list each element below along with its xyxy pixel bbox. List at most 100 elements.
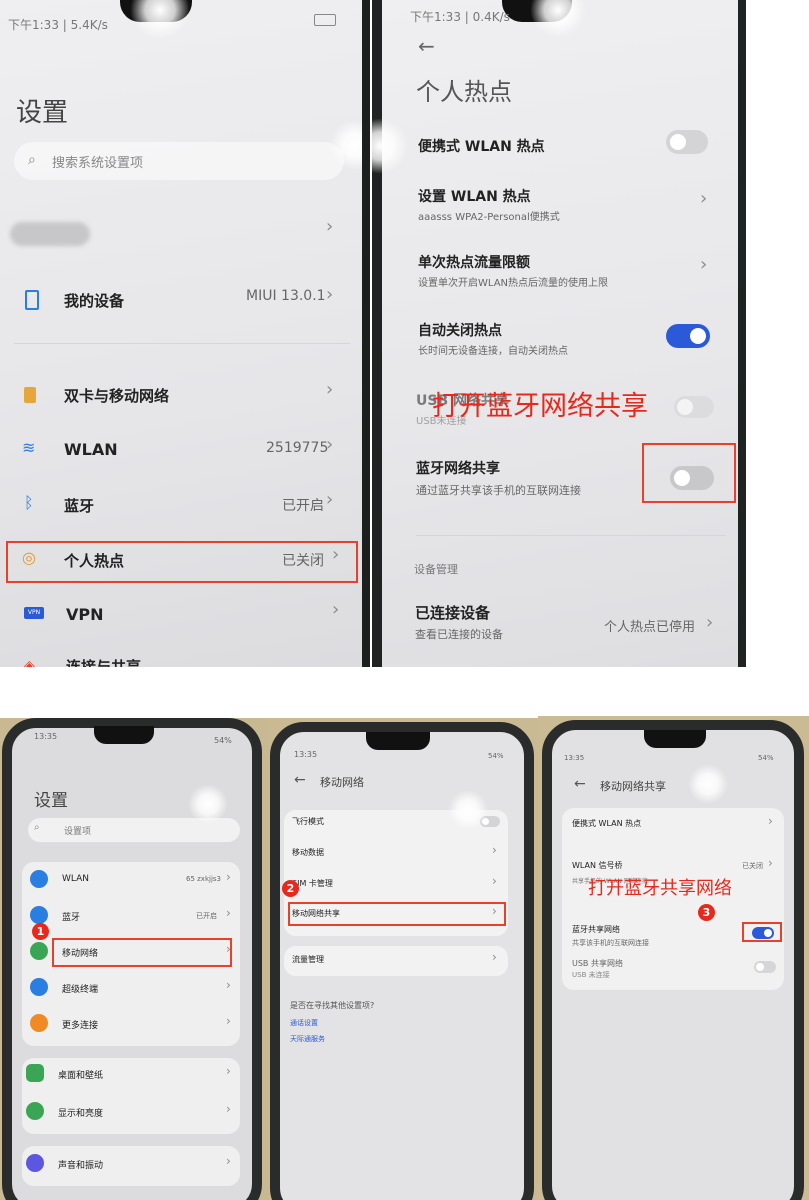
item-value: 个人热点已停用 [604,620,696,635]
highlight-box-mobile-network [52,938,232,967]
search-bar[interactable]: ⌕ 搜索系统设置项 [14,142,344,180]
network-item-mobile-data[interactable]: 移动数据 › [292,843,502,863]
chevron-right-icon: › [326,434,334,455]
row-label: WLAN [64,440,118,459]
settings-row-bluetooth[interactable]: ᛒ 蓝牙 已开启 › [0,485,362,525]
status-time: 13:35 [294,750,318,759]
phone-frame-edge [362,0,370,667]
item-label: 飞行模式 [292,817,324,826]
page-title: 设置 [34,791,68,811]
item-label: WLAN 信号桥 [572,861,623,870]
network-item-traffic[interactable]: 流量管理 › [292,950,502,970]
back-arrow-icon[interactable]: ← [294,772,306,788]
item-label: 单次热点流量限额 [418,255,530,271]
photo-huawei-settings: 13:35 54% 设置 ⌕ 设置项 WLAN 65 zxkjjs3 › 蓝牙 … [0,718,268,1200]
settings-row-share[interactable]: ◈ 连接与共享 [0,650,362,667]
chevron-right-icon: › [226,1154,231,1168]
status-time: 13:35 [34,732,58,741]
settings-row-wlan[interactable]: ≋ WLAN 2519775 › [0,430,362,470]
row-label: 我的设备 [64,292,125,310]
photo-huawei-mobile-network: 13:35 54% ← 移动网络 飞行模式 移动数据 › SIM 卡管理 › 移… [268,718,538,1200]
toggle-switch[interactable] [754,961,776,973]
page-title: 个人热点 [416,78,512,106]
hotspot-item-setup[interactable]: 设置 WLAN 热点 aaasss WPA2-Personal便携式 › [412,184,732,224]
battery-level: 54% [488,752,504,760]
row-label: 声音和振动 [58,1161,104,1171]
settings-row-wallpaper[interactable]: 桌面和壁纸 › [26,1064,236,1084]
settings-row-bluetooth[interactable]: 蓝牙 已开启 › [30,906,236,926]
suggestion-link-skytone[interactable]: 天际通服务 [290,1034,325,1044]
tether-item-usb[interactable]: USB 共享网络 USB 未连接 [572,956,778,984]
row-label: 连接与共享 [66,658,142,667]
row-value: 已开启 [282,498,324,514]
row-label: 桌面和壁纸 [58,1071,104,1081]
back-arrow-icon[interactable]: ← [574,776,586,792]
toggle-switch[interactable] [674,396,714,418]
chevron-right-icon: › [700,254,708,275]
tether-item-hotspot[interactable]: 便携式 WLAN 热点 › [572,814,778,834]
annotation-text: 打开蓝牙网络共享 [432,391,648,422]
suggestion-link-call[interactable]: 通话设置 [290,1018,318,1028]
chevron-right-icon: › [226,870,231,884]
toggle-switch[interactable] [666,324,710,348]
row-label: 更多连接 [62,1021,99,1031]
light-glare [188,784,228,824]
status-time: 13:35 [564,754,585,762]
settings-row-wlan[interactable]: WLAN 65 zxkjjs3 › [30,870,236,890]
phone-icon [25,290,39,310]
item-label: 流量管理 [292,955,324,964]
row-value: 已开启 [196,912,217,920]
settings-row-my-device[interactable]: 我的设备 MIUI 13.0.1 › [0,280,362,320]
annotation-text: 打开蓝牙共享网络 [588,878,732,899]
photo-miui-settings: 下午1:33 | 5.4K/s 设置 ⌕ 搜索系统设置项 › 我的设备 MIUI… [0,0,370,667]
hotspot-item-limit[interactable]: 单次热点流量限额 设置单次开启WLAN热点后流量的使用上限 › [412,250,732,290]
search-icon: ⌕ [28,152,36,168]
battery-level: 54% [214,736,232,745]
step-badge: 3 [698,904,715,921]
item-value: 已关闭 [742,862,763,870]
step-badge: 1 [32,923,49,940]
row-label: VPN [66,605,104,624]
search-icon: ⌕ [34,822,40,833]
hotspot-item-autooff[interactable]: 自动关闭热点 长时间无设备连接，自动关闭热点 [412,318,732,358]
settings-row-super-device[interactable]: 超级终端 › [30,978,236,998]
settings-row-more-connections[interactable]: 更多连接 › [30,1014,236,1034]
settings-row-display[interactable]: 显示和亮度 › [26,1102,236,1122]
notch [644,730,706,748]
row-label: 蓝牙 [62,913,81,923]
settings-row-sim[interactable]: 双卡与移动网络 › [0,375,362,415]
photo-miui-hotspot: 下午1:33 | 0.4K/s ← 个人热点 便携式 WLAN 热点 设置 WL… [372,0,746,667]
chevron-right-icon: › [326,489,334,510]
settings-row-sound[interactable]: 声音和振动 › [26,1154,236,1174]
row-label: WLAN [62,874,90,884]
link-icon [30,1014,48,1032]
row-label: 蓝牙 [64,497,95,515]
bluetooth-icon: ᛒ [24,493,34,512]
connected-devices-row[interactable]: 已连接设备 查看已连接的设备 个人热点已停用 › [412,600,732,644]
chevron-right-icon: › [326,379,334,400]
chevron-right-icon: › [326,284,334,305]
settings-row-vpn[interactable]: VPN VPN › [0,595,362,635]
search-placeholder: 搜索系统设置项 [52,156,144,171]
sim-icon [24,387,36,403]
back-arrow-icon[interactable]: ← [418,34,435,58]
divider [416,535,726,536]
item-label: 设置 WLAN 热点 [418,189,531,205]
account-row[interactable]: › [10,208,350,258]
hotspot-item-wlan[interactable]: 便携式 WLAN 热点 [412,130,732,160]
item-sub: 设置单次开启WLAN热点后流量的使用上限 [418,278,609,289]
page-title: 移动网络 [320,776,364,789]
row-label: 显示和亮度 [58,1109,104,1119]
highlight-box-bluetooth-toggle [642,443,736,503]
chevron-right-icon: › [768,856,773,870]
item-label: 已连接设备 [415,604,491,622]
light-glare [448,790,488,830]
network-item-sim[interactable]: SIM 卡管理 › [292,874,502,894]
item-label: USB 共享网络 [572,959,623,968]
divider [14,343,350,344]
chevron-right-icon: › [332,599,340,620]
chevron-right-icon: › [226,1064,231,1078]
highlight-box-hotspot [6,541,358,583]
toggle-switch[interactable] [666,130,708,154]
light-glare [688,764,728,804]
